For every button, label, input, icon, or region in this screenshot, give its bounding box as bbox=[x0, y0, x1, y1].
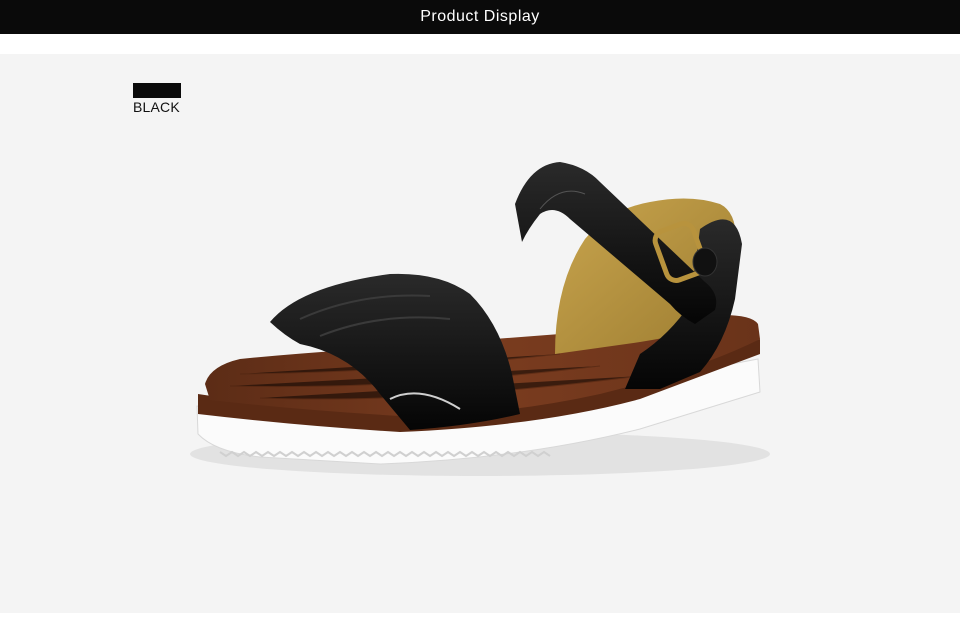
color-label: BLACK bbox=[133, 99, 180, 115]
header-bar: Product Display bbox=[0, 0, 960, 34]
product-stage: BLACK bbox=[0, 54, 960, 613]
color-swatch-black[interactable] bbox=[133, 83, 181, 98]
sandal-photo bbox=[190, 162, 770, 476]
color-swatch-group[interactable]: BLACK bbox=[133, 83, 193, 115]
page-title: Product Display bbox=[420, 8, 540, 25]
